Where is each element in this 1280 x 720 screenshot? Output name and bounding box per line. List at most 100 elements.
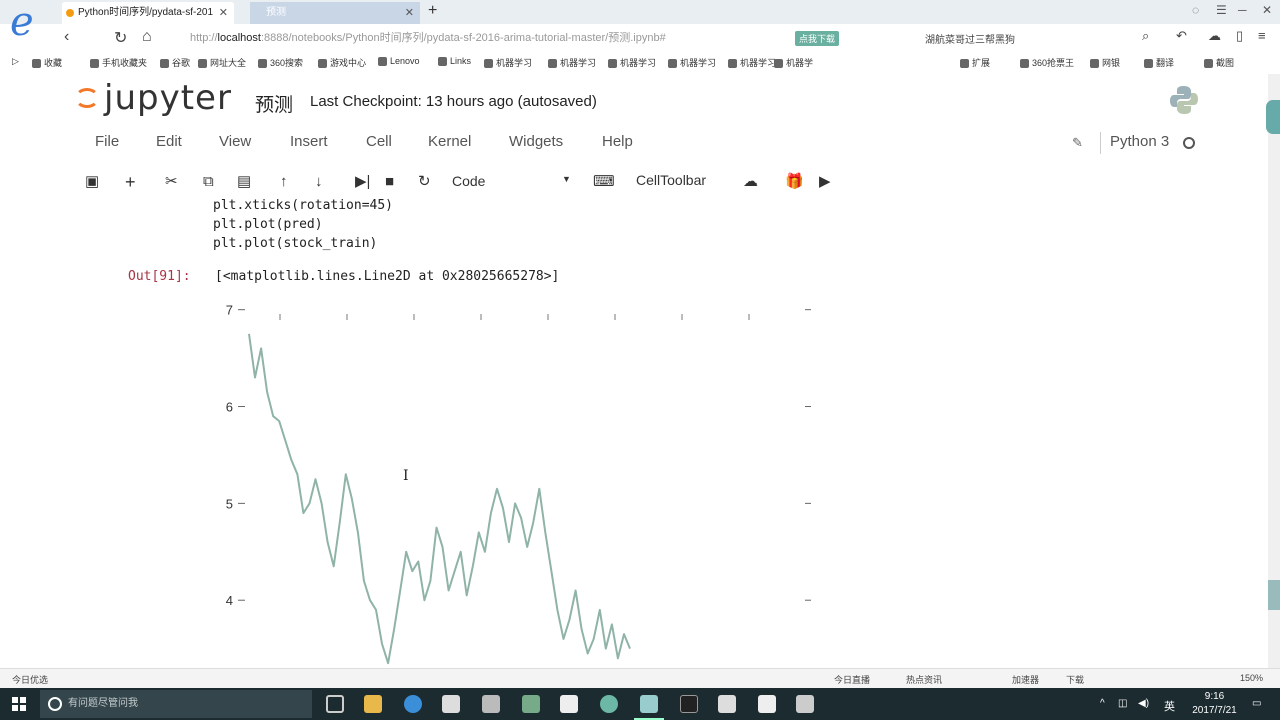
bookmark-item[interactable]: Links [438,56,471,67]
bookmark-item[interactable]: 网址大全 [198,56,246,69]
bookmark-item[interactable]: 机器学习 [608,56,656,69]
status-download-button[interactable]: 下载 [1066,673,1084,686]
cell-type-select[interactable]: Code [452,173,485,189]
undo-icon[interactable]: ↶ [1176,28,1187,44]
home-icon[interactable]: ⌂ [142,28,152,46]
save-icon[interactable]: ▣ [85,170,99,194]
bookmark-item[interactable]: 谷歌 [160,56,190,69]
menu-edit[interactable]: Edit [156,133,182,150]
split-icon[interactable]: ▯ [1236,28,1243,44]
page-scrollbar[interactable] [1268,74,1280,668]
notification-icon[interactable]: ▭ [1252,698,1261,709]
menu-icon[interactable]: ☰ [1216,3,1227,17]
menu-widgets[interactable]: Widgets [509,133,563,150]
menu-view[interactable]: View [219,133,251,150]
bookmark-item[interactable]: 收藏 [32,56,62,69]
status-live-button[interactable]: 今日直播 [834,673,870,686]
bookmark-item[interactable]: Lenovo [378,56,420,67]
app-icon[interactable] [560,695,578,713]
reload-icon[interactable]: ↻ [114,28,127,48]
extension-item[interactable]: 360抢票王 [1020,56,1074,69]
upload-icon[interactable]: ☁ [743,170,758,194]
tab-notebook[interactable]: Python时间序列/pydata-sf-201 ✕ [62,2,234,24]
extension-item[interactable]: 扩展 [960,56,990,69]
extension-item[interactable]: 截图 [1204,56,1234,69]
close-window-icon[interactable]: ✕ [1262,3,1272,17]
task-view-icon[interactable] [326,695,344,713]
tray-chevron-icon[interactable]: ^ [1100,698,1105,709]
browser-360-icon[interactable] [600,695,618,713]
status-news-button[interactable]: 热点资讯 [906,673,942,686]
back-icon[interactable]: ‹ [64,28,69,46]
new-tab-button[interactable]: + [428,2,437,20]
menu-kernel[interactable]: Kernel [428,133,471,150]
zoom-level[interactable]: 150% [1240,673,1263,683]
bookmark-item[interactable]: 游戏中心 [318,56,366,69]
tab-prediction[interactable]: 预测 ✕ [250,2,420,24]
menu-cell[interactable]: Cell [366,133,392,150]
move-down-icon[interactable]: ↓ [315,170,323,194]
keyboard-icon[interactable]: ⌨ [593,170,615,194]
address-row: ‹ ↻ ⌂ http://localhost:8888/notebooks/Py… [0,26,1280,50]
browser-menu-icon[interactable]: ≡ [1258,28,1266,43]
status-accelerator-button[interactable]: 加速器 [1012,673,1039,686]
bookmark-item[interactable]: 手机收藏夹 [90,56,147,69]
run-icon[interactable]: ▶| [355,170,370,194]
chevron-down-icon[interactable]: ▼ [562,174,571,184]
move-up-icon[interactable]: ↑ [280,170,288,194]
menu-file[interactable]: File [95,133,119,150]
bookmark-item[interactable]: 机器学习 [668,56,716,69]
copy-icon[interactable]: ⧉ [203,170,214,194]
close-icon[interactable]: ✕ [405,2,414,24]
paste-icon[interactable]: ▤ [237,170,251,194]
terminal-icon[interactable] [680,695,698,713]
edge-icon[interactable] [404,695,422,713]
side-widget-tab[interactable] [1266,100,1280,134]
skin-icon[interactable]: ◌ [1192,3,1199,17]
file-explorer-icon[interactable] [364,695,382,713]
restart-icon[interactable]: ↻ [418,170,431,194]
menu-help[interactable]: Help [602,133,633,150]
address-badge[interactable]: 点我下载 [795,31,840,46]
status-left-label[interactable]: 今日优选 [12,673,48,686]
close-icon[interactable]: ✕ [219,2,228,24]
extension-item[interactable]: 网银 [1090,56,1120,69]
search-icon[interactable]: ⌕ [1142,28,1149,44]
bookmarks-toggle-icon[interactable]: ▷ [12,56,19,67]
bookmark-item[interactable]: 机器学习 [484,56,532,69]
address-scheme: http:// [190,32,218,44]
app-icon[interactable] [718,695,736,713]
notebook-name[interactable]: 预测 [255,90,293,117]
network-icon[interactable]: ◫ [1118,698,1127,709]
store-icon[interactable] [442,695,460,713]
cloud-icon[interactable]: ☁ [1208,28,1221,44]
volume-icon[interactable]: ◀) [1138,698,1149,709]
jupyter-logo-icon [75,88,99,108]
bookmark-item[interactable]: 机器学 [774,56,813,69]
windows-start-icon[interactable] [12,697,26,711]
bookmark-item[interactable]: 机器学习 [548,56,596,69]
minimize-icon[interactable]: ─ [1238,3,1247,17]
cell-toolbar-button[interactable]: CellToolbar [636,172,706,188]
insert-cell-icon[interactable]: + [125,170,136,194]
app-icon[interactable] [482,695,500,713]
browser-search-field[interactable]: 湖航菜哥过三帮黑狗 [925,31,1015,46]
code-cell-input[interactable]: plt.xticks(rotation=45) plt.plot(pred) plt… [213,196,393,253]
clock[interactable]: 9:16 2017/7/21 [1192,690,1237,718]
bookmark-item[interactable]: 机器学习 [728,56,776,69]
app-icon[interactable] [758,695,776,713]
bookmark-item[interactable]: 360搜索 [258,56,303,69]
app-icon[interactable] [522,695,540,713]
ime-indicator[interactable]: 英 [1164,698,1175,714]
jupyter-logo-text[interactable]: jupyter [104,78,232,118]
cut-icon[interactable]: ✂ [165,170,178,194]
video-icon[interactable]: ▶ [819,170,831,194]
extension-item[interactable]: 翻译 [1144,56,1174,69]
gift-icon[interactable]: 🎁 [785,170,804,194]
active-app-icon[interactable] [640,695,658,713]
stop-icon[interactable]: ■ [385,170,394,194]
app-icon[interactable] [796,695,814,713]
scrollbar-thumb[interactable] [1268,580,1280,610]
taskbar-search-field[interactable]: 有问题尽管问我 [40,690,312,718]
menu-insert[interactable]: Insert [290,133,328,150]
